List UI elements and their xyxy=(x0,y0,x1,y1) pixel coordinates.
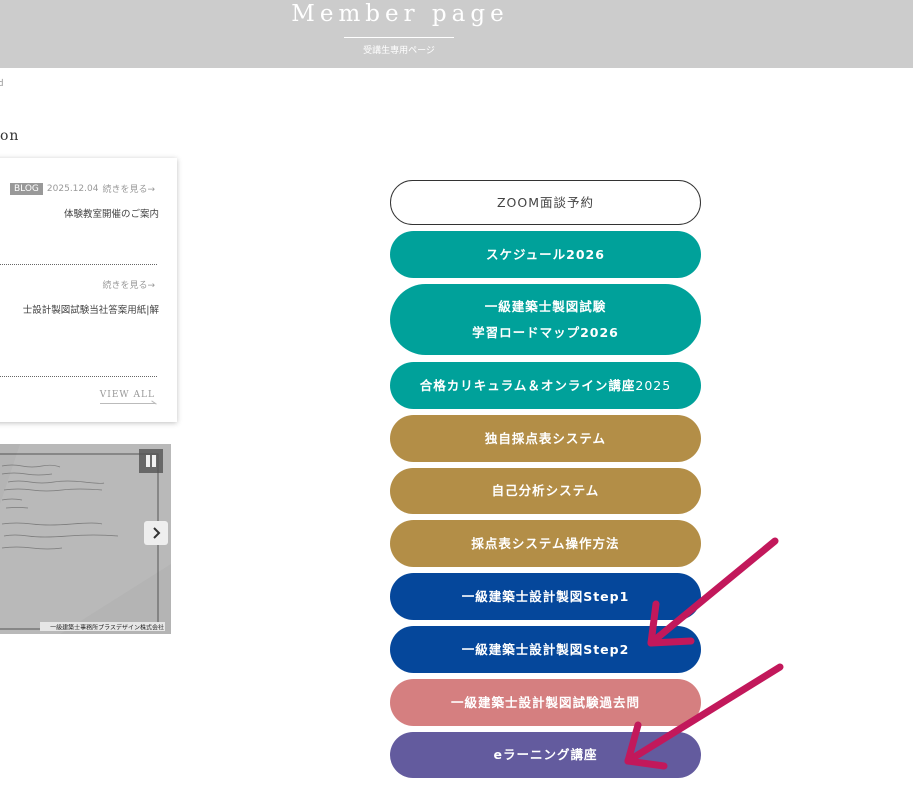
scoring-system-button[interactable]: 独自採点表システム xyxy=(390,415,701,462)
button-label: 一級建築士設計製図試験過去問 xyxy=(450,694,640,710)
chevron-right-icon xyxy=(153,527,161,539)
slide-caption: 一級建築士事務所プラスデザイン株式会社 xyxy=(50,624,164,632)
button-label: 一級建築士設計製図Step2 xyxy=(461,641,630,657)
button-label: 独自採点表システム xyxy=(484,430,607,446)
page-subtitle: 受講生専用ページ xyxy=(363,46,435,56)
button-label-line2: 学習ロードマップ2026 xyxy=(472,324,619,340)
schedule-2026-button[interactable]: スケジュール2026 xyxy=(390,231,701,278)
member-page: Member page 受講生専用ページ ｄ on BLOG 2025.12.0… xyxy=(0,0,913,796)
read-more-link[interactable]: 続きを見る→ xyxy=(102,182,155,195)
step1-button[interactable]: 一級建築士設計製図Step1 xyxy=(390,573,701,620)
news-date: 2025.12.04 xyxy=(46,183,99,194)
header-divider xyxy=(344,37,454,38)
scoring-guide-button[interactable]: 採点表システム操作方法 xyxy=(390,520,701,567)
button-label: eラーニング講座 xyxy=(493,747,598,762)
button-label: ZOOM面談予約 xyxy=(496,194,595,210)
self-analysis-button[interactable]: 自己分析システム xyxy=(390,468,701,514)
button-label-bold: 合格カリキュラム＆オンライン講座 xyxy=(419,377,636,393)
news-title[interactable]: 士設計製図試験当社答案用紙|解 xyxy=(23,302,159,316)
view-all-link[interactable]: VIEW ALL xyxy=(99,390,155,404)
page-header: Member page 受講生専用ページ xyxy=(0,0,913,68)
pause-button[interactable] xyxy=(139,449,163,473)
button-label-line1: 一級建築士製図試験 xyxy=(484,298,607,314)
roadmap-2026-button[interactable]: 一級建築士製図試験 学習ロードマップ2026 xyxy=(390,284,701,355)
news-title[interactable]: 体験教室開催のご案内 xyxy=(64,206,159,220)
button-label: スケジュール2026 xyxy=(486,246,605,262)
past-exams-button[interactable]: 一級建築士設計製図試験過去問 xyxy=(390,679,701,726)
slider-next-button[interactable] xyxy=(144,521,168,545)
button-label: 合格カリキュラム＆オンライン講座2025 xyxy=(420,373,671,399)
read-more-link[interactable]: 続きを見る→ xyxy=(102,278,155,291)
news-divider xyxy=(0,264,157,265)
category-badge: BLOG xyxy=(9,182,43,195)
news-card: BLOG 2025.12.04 続きを見る→ 体験教室開催のご案内 続きを見る→… xyxy=(0,158,177,422)
page-title: Member page xyxy=(291,1,509,27)
breadcrumb[interactable]: ｄ xyxy=(0,76,5,89)
curriculum-online-button[interactable]: 合格カリキュラム＆オンライン講座2025 xyxy=(390,362,701,409)
button-label-year: 2025 xyxy=(635,377,672,393)
news-divider xyxy=(0,376,157,377)
news-meta: 続きを見る→ xyxy=(102,278,155,291)
news-meta: BLOG 2025.12.04 続きを見る→ xyxy=(9,182,155,195)
pause-icon xyxy=(146,455,150,467)
button-label: 採点表システム操作方法 xyxy=(471,535,620,551)
zoom-booking-button[interactable]: ZOOM面談予約 xyxy=(390,180,701,225)
button-label: 一級建築士設計製図Step1 xyxy=(461,588,630,604)
pause-icon xyxy=(152,455,156,467)
section-heading: on xyxy=(0,128,20,144)
elearning-button[interactable]: eラーニング講座 xyxy=(390,732,701,778)
button-label: 自己分析システム xyxy=(491,483,600,498)
step2-button[interactable]: 一級建築士設計製図Step2 xyxy=(390,626,701,673)
